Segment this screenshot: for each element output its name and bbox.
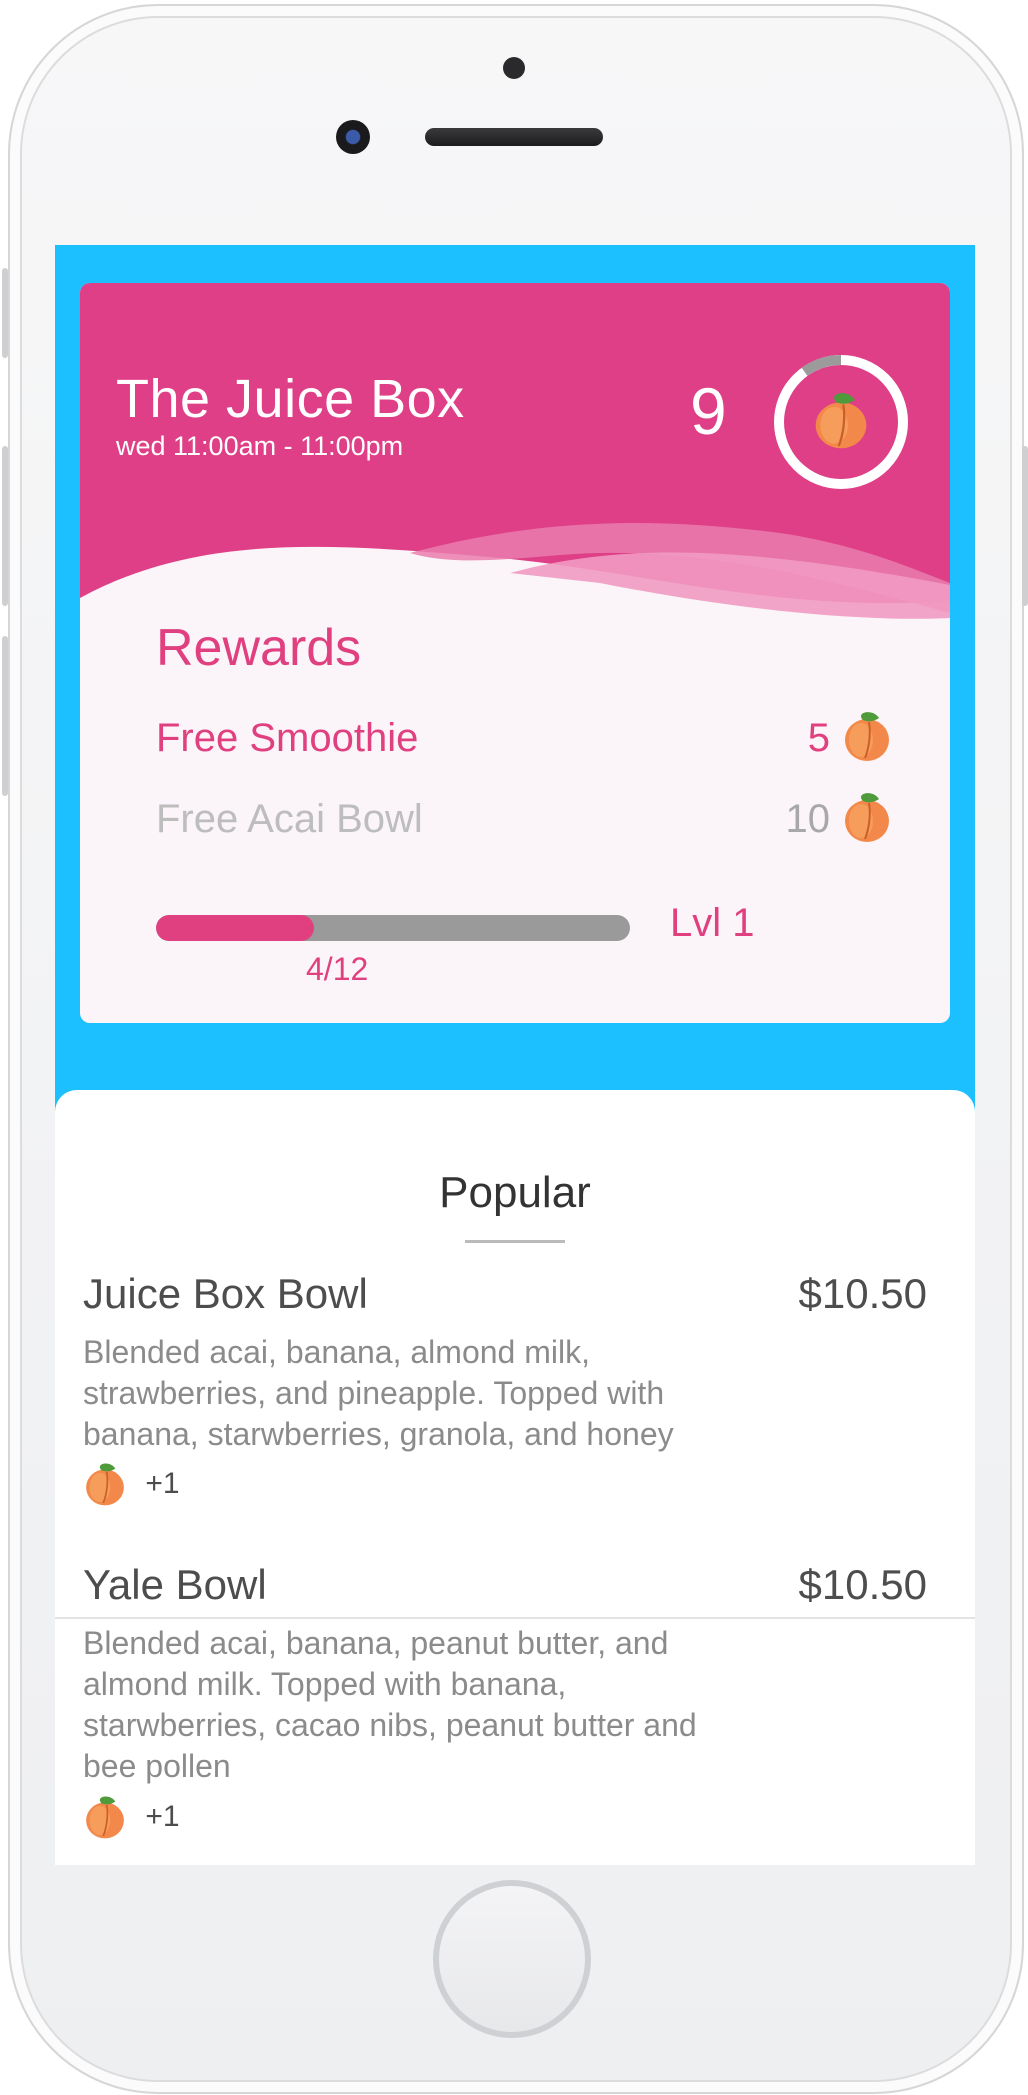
front-camera-icon xyxy=(336,120,370,154)
rewards-heading: Rewards xyxy=(156,619,362,677)
menu-item-price: $10.50 xyxy=(798,1561,927,1608)
peach-icon xyxy=(86,1463,124,1506)
peach-icon xyxy=(86,1796,124,1839)
menu-heading: Popular xyxy=(439,1168,591,1217)
reward-free-acai-bowl[interactable]: Free Acai Bowl 10 xyxy=(156,789,892,849)
proximity-sensor xyxy=(503,57,525,79)
earpiece-speaker xyxy=(425,128,603,146)
menu-item-yale-bowl[interactable]: Yale Bowl $10.50 Blended acai, banana, p… xyxy=(55,1561,975,1865)
peach-icon xyxy=(845,793,889,842)
menu-item-points: +1 xyxy=(145,1800,180,1833)
menu-item-juice-box-bowl[interactable]: Juice Box Bowl $10.50 Blended acai, bana… xyxy=(55,1270,975,1610)
mute-switch xyxy=(2,268,8,358)
points-ring[interactable] xyxy=(766,347,916,497)
shop-card: The Juice Box wed 11:00am - 11:00pm 9 Re… xyxy=(80,283,950,1023)
points-count: 9 xyxy=(690,374,727,448)
reward-cost: 5 xyxy=(807,716,830,760)
volume-up-button xyxy=(2,446,8,606)
level-progress-fill xyxy=(156,915,314,941)
menu-item-points: +1 xyxy=(145,1467,180,1500)
menu-item-points-badge: +1 xyxy=(83,1793,180,1841)
menu-item-description: Blended acai, banana, peanut butter, and… xyxy=(83,1625,697,1784)
menu-item-points-badge: +1 xyxy=(83,1460,180,1508)
popular-menu-panel: Popular Juice Box Bowl $10.50 Blended ac… xyxy=(55,1090,975,1865)
menu-item-price: $10.50 xyxy=(798,1270,927,1317)
app-screen: The Juice Box wed 11:00am - 11:00pm 9 Re… xyxy=(55,245,975,1865)
menu-item-name: Juice Box Bowl xyxy=(83,1270,368,1317)
menu-heading-underline xyxy=(465,1240,565,1243)
menu-item-description: Blended acai, banana, almond milk, straw… xyxy=(83,1334,674,1452)
reward-cost: 10 xyxy=(785,797,831,841)
shop-title: The Juice Box xyxy=(116,369,465,429)
reward-free-smoothie[interactable]: Free Smoothie 5 xyxy=(156,708,892,768)
menu-item-name: Yale Bowl xyxy=(83,1561,267,1608)
power-button xyxy=(1022,446,1028,606)
level-progress-bar xyxy=(156,915,630,941)
level-label: Lvl 1 xyxy=(670,901,755,945)
shop-hours: wed 11:00am - 11:00pm xyxy=(116,431,404,461)
home-button[interactable] xyxy=(433,1880,591,2038)
reward-label: Free Smoothie xyxy=(156,716,419,760)
volume-down-button xyxy=(2,636,8,796)
level-progress-text: 4/12 xyxy=(306,951,369,987)
peach-icon xyxy=(845,712,889,761)
reward-label: Free Acai Bowl xyxy=(156,797,423,841)
